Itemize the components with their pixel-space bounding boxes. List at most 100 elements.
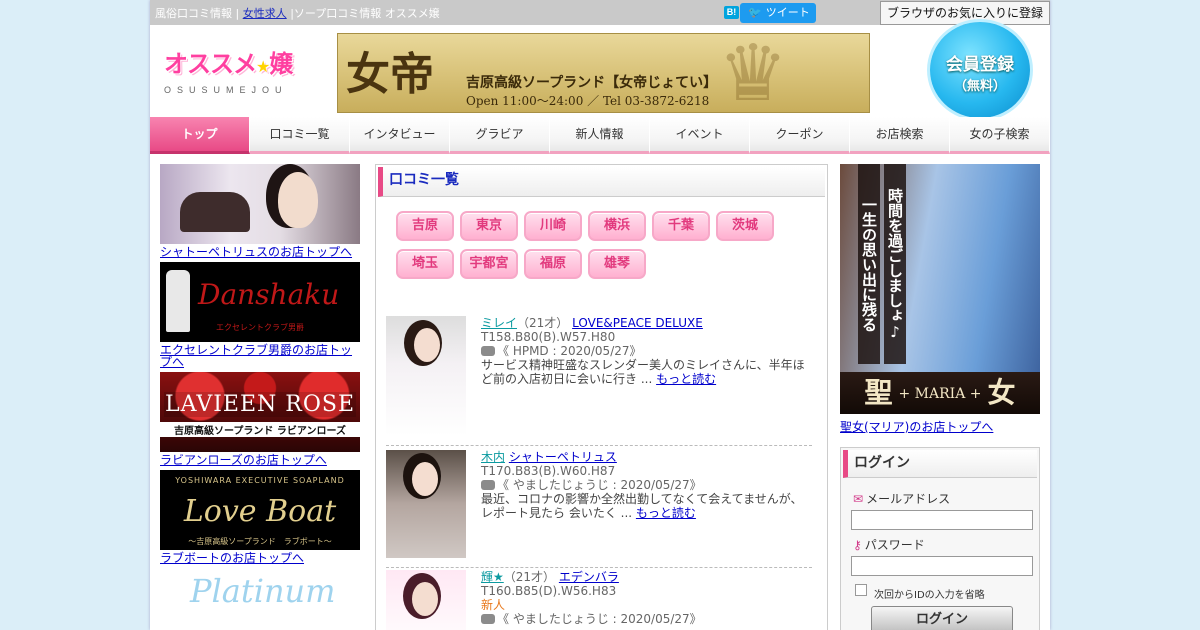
crown-icon: ♛ — [718, 33, 788, 113]
twitter-bird-icon: 🐦 — [748, 7, 762, 19]
shop-link[interactable]: エクセレントクラブ男爵のお店トップへ — [160, 344, 360, 368]
nav-girl-search[interactable]: 女の子検索 — [950, 117, 1050, 154]
maria-logo-mid: + MARIA + — [898, 386, 982, 402]
add-favorite-button[interactable]: ブラウザのお気に入りに登録 — [880, 1, 1050, 25]
platinum-logo: Platinum — [190, 572, 336, 610]
logo-text: オススメ★嬢 — [164, 44, 310, 79]
banner-title: 女帝 — [346, 49, 434, 100]
logo-text-1: オススメ — [164, 50, 257, 78]
password-label: ⚷ パスワード — [853, 536, 925, 553]
review-body: 木内 シャトーペトリュス T170.B83(B).W60.H87 《 やましたじ… — [481, 450, 811, 520]
read-more-link[interactable]: もっと読む — [636, 506, 696, 520]
area-button-yoshiwara[interactable]: 吉原 — [396, 211, 454, 241]
shop-link[interactable]: シャトーペトリュスのお店トップへ — [160, 246, 360, 258]
girl-name-link[interactable]: 輝★ — [481, 570, 504, 584]
area-button-tokyo[interactable]: 東京 — [460, 211, 518, 241]
chateau-petrus-image[interactable] — [160, 164, 360, 244]
girl-photo[interactable] — [386, 570, 466, 630]
mail-icon: ✉ — [853, 492, 864, 506]
nav-interview[interactable]: インタビュー — [350, 117, 450, 154]
girl-name-link[interactable]: 木内 — [481, 450, 505, 464]
shop-name-link[interactable]: シャトーペトリュス — [509, 450, 617, 464]
tweet-label: ツイート — [765, 7, 810, 19]
hatena-bookmark-button[interactable]: B! — [724, 6, 739, 19]
comment-icon — [481, 614, 495, 624]
crumb-josei-kyujin[interactable]: 女性求人 — [243, 7, 287, 20]
header-banner-jotei[interactable]: ♛ 女帝 吉原高級ソープランド【女帝じょてい】 Open 11:00～24:00… — [337, 33, 870, 113]
page: 風俗口コミ情報 | 女性求人 |ソープ口コミ情報 オススメ嬢 B! 🐦 ツイート … — [150, 0, 1050, 630]
love-boat-logo-sub: ～吉原高級ソープランド ラブボート～ — [188, 537, 332, 546]
nav-new-info[interactable]: 新人情報 — [550, 117, 650, 154]
area-button-chiba[interactable]: 千葉 — [652, 211, 710, 241]
lavieen-rose-image[interactable]: LAVIEEN ROSE 吉原高級ソープランド ラビアンローズ — [160, 372, 360, 452]
maria-banner[interactable]: 一生の思い出に残る 時間を過ごしましょ♪ 聖 + MARIA + 女 — [840, 164, 1040, 414]
key-icon: ⚷ — [853, 538, 862, 552]
read-more-link[interactable]: もっと読む — [656, 372, 716, 386]
crumb-tail: |ソープ口コミ情報 オススメ嬢 — [286, 7, 440, 20]
girl-age: （21才） — [503, 570, 556, 584]
ad-copy-2: 時間を過ごしましょ♪ — [884, 164, 906, 364]
shop-link[interactable]: ラブボートのお店トップへ — [160, 552, 360, 564]
love-boat-image[interactable]: YOSHIWARA EXECUTIVE SOAPLAND Love Boat ～吉原… — [160, 470, 360, 550]
girl-photo[interactable] — [386, 316, 466, 436]
nav-top[interactable]: トップ — [150, 117, 250, 154]
area-button-utsunomiya[interactable]: 宇都宮 — [460, 249, 518, 279]
girl-name-link[interactable]: ミレイ — [481, 316, 517, 330]
comment-icon — [481, 480, 495, 490]
logo-text-2: 嬢 — [269, 50, 293, 78]
maria-logo-left: 聖 — [864, 376, 893, 409]
password-field[interactable] — [851, 556, 1033, 576]
member-register-button[interactable]: 会員登録 （無料） — [930, 22, 1030, 118]
area-button-ibaraki[interactable]: 茨城 — [716, 211, 774, 241]
girl-size: T160.B85(D).W56.H83 — [481, 584, 617, 598]
love-boat-logo-top: YOSHIWARA EXECUTIVE SOAPLAND — [175, 476, 345, 485]
shop-banner: シャトーペトリュスのお店トップへ — [160, 164, 360, 258]
review-body: ミレイ（21才） LOVE&PEACE DELUXE T158.B80(B).W… — [481, 316, 811, 386]
member-register-label: 会員登録 — [946, 55, 1014, 75]
top-bar: 風俗口コミ情報 | 女性求人 |ソープ口コミ情報 オススメ嬢 B! 🐦 ツイート … — [150, 0, 1050, 25]
nav-shop-search[interactable]: お店検索 — [850, 117, 950, 154]
nav-reviews[interactable]: 口コミ一覧 — [250, 117, 350, 154]
logo-star-icon: ★ — [256, 57, 270, 76]
login-button[interactable]: ログイン — [871, 606, 1013, 630]
girl-size: T170.B83(B).W60.H87 — [481, 464, 616, 478]
area-buttons: 吉原 東京 川崎 横浜 千葉 茨城 埼玉 宇都宮 福原 雄琴 — [396, 211, 796, 279]
shop-link[interactable]: ラビアンローズのお店トップへ — [160, 454, 360, 466]
shop-banner: YOSHIWARA EXECUTIVE SOAPLAND Love Boat ～吉原… — [160, 470, 360, 564]
area-button-fukuhara[interactable]: 福原 — [524, 249, 582, 279]
remember-checkbox[interactable] — [855, 584, 867, 596]
tweet-button[interactable]: 🐦 ツイート — [740, 3, 816, 23]
area-button-ogoto[interactable]: 雄琴 — [588, 249, 646, 279]
review-meta: 《 やましたじょうじ : 2020/05/27》 — [497, 478, 702, 492]
review-item: 輝★（21才） エデンバラ T160.B85(D).W56.H83 新人 《 や… — [386, 570, 812, 630]
new-badge: 新人 — [481, 598, 506, 612]
shop-name-link[interactable]: LOVE&PEACE DELUXE — [572, 316, 703, 330]
maria-logo: 聖 + MARIA + 女 — [840, 372, 1040, 414]
girl-size: T158.B80(B).W57.H80 — [481, 330, 616, 344]
danshaku-image[interactable]: Danshaku エクセレントクラブ男爵 — [160, 262, 360, 342]
nav-event[interactable]: イベント — [650, 117, 750, 154]
platinum-image[interactable]: Platinum — [160, 568, 360, 630]
lavieen-rose-logo-sub: 吉原高級ソープランド ラビアンローズ — [160, 422, 360, 437]
site-logo[interactable]: オススメ★嬢 OSUSUMEJOU — [164, 44, 310, 96]
banner-line2: Open 11:00～24:00 ／ Tel 03-3872-6218 — [466, 94, 710, 108]
girl-age: （21才） — [517, 316, 569, 330]
area-button-yokohama[interactable]: 横浜 — [588, 211, 646, 241]
email-field[interactable] — [851, 510, 1033, 530]
nav-gravure[interactable]: グラビア — [450, 117, 550, 154]
love-boat-logo: Love Boat — [183, 494, 337, 529]
danshaku-logo-sub: エクセレントクラブ男爵 — [216, 323, 304, 332]
shop-name-link[interactable]: エデンバラ — [559, 570, 619, 584]
maria-shop-link[interactable]: 聖女(マリア)のお店トップへ — [840, 418, 1040, 435]
girl-photo[interactable] — [386, 450, 466, 558]
area-button-kawasaki[interactable]: 川崎 — [524, 211, 582, 241]
nav-coupon[interactable]: クーポン — [750, 117, 850, 154]
section-title: 口コミ一覧 — [378, 167, 825, 197]
member-register-free: （無料） — [953, 79, 1006, 94]
login-box: ログイン ✉ メールアドレス ⚷ パスワード 次回からIDの入力を省略 ログイン — [840, 447, 1040, 630]
area-button-saitama[interactable]: 埼玉 — [396, 249, 454, 279]
banner-line1: 吉原高級ソープランド【女帝じょてい】 — [466, 75, 718, 91]
ad-copy-1: 一生の思い出に残る — [858, 164, 880, 364]
top-links: 風俗口コミ情報 | 女性求人 |ソープ口コミ情報 オススメ嬢 — [155, 5, 440, 21]
remember-label: 次回からIDの入力を省略 — [874, 590, 985, 601]
